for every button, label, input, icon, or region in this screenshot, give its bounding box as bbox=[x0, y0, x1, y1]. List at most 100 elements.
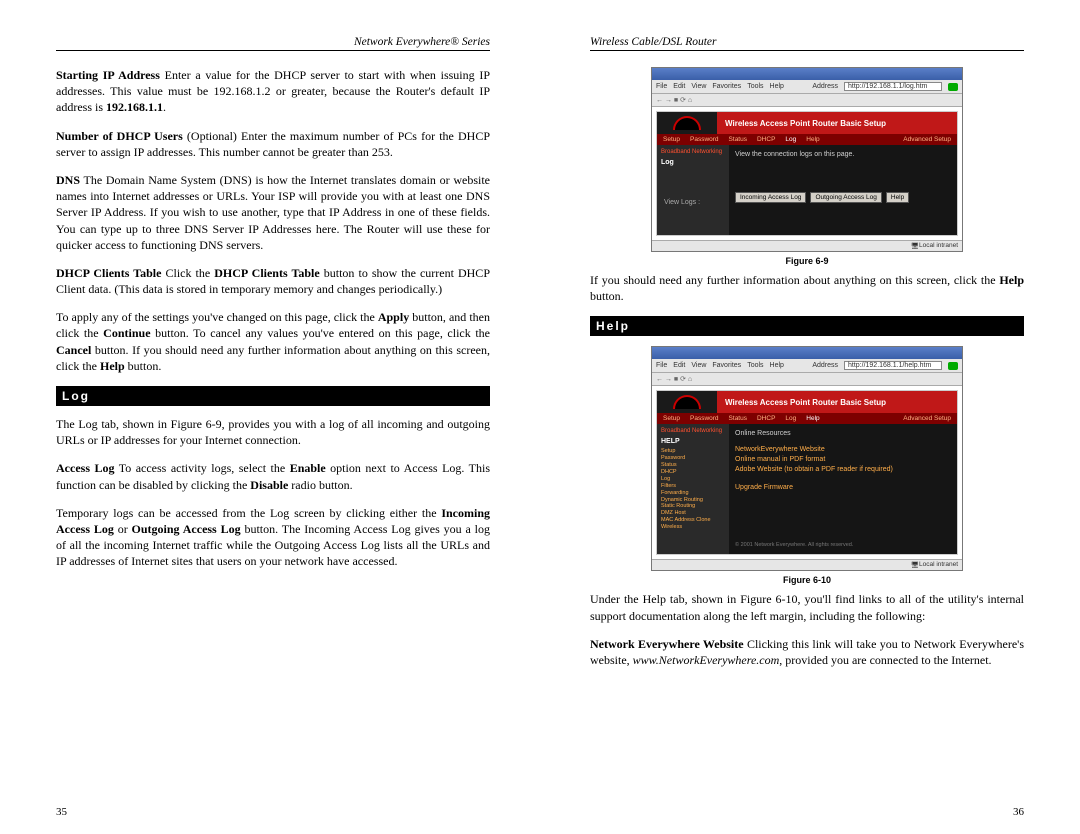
figure-6-10-screenshot: File Edit View Favorites Tools Help Addr… bbox=[651, 346, 963, 571]
router-main: View the connection logs on this page. I… bbox=[729, 145, 957, 235]
browser-toolbar: ← → ■ ⟳ ⌂ bbox=[652, 373, 962, 386]
router-sidebar: Broadband Networking Log View Logs : bbox=[657, 145, 729, 235]
menu-item[interactable]: View bbox=[691, 83, 706, 90]
menu-item[interactable]: File bbox=[656, 362, 667, 369]
section-log: Log bbox=[56, 386, 490, 406]
menu-item[interactable]: Favorites bbox=[712, 83, 741, 90]
side-link[interactable]: DHCP bbox=[661, 469, 725, 476]
menu-item[interactable]: Tools bbox=[747, 362, 763, 369]
disable: Disable bbox=[250, 478, 288, 492]
lead: Access Log bbox=[56, 461, 114, 475]
para-help-hint: If you should need any further informati… bbox=[590, 272, 1024, 304]
para-temp-logs: Temporary logs can be accessed from the … bbox=[56, 505, 490, 570]
page-left: Network Everywhere® Series Starting IP A… bbox=[0, 0, 540, 834]
figure-6-9-screenshot: File Edit View Favorites Tools Help Addr… bbox=[651, 67, 963, 252]
side-link[interactable]: Wireless bbox=[661, 524, 725, 531]
browser-menubar: File Edit View Favorites Tools Help Addr… bbox=[652, 359, 962, 373]
browser-status-bar: 🖥 Local intranet bbox=[652, 240, 962, 251]
address-input[interactable]: http://192.168.1.1/help.htm bbox=[844, 361, 942, 370]
router-body: Broadband Networking Log View Logs : Vie… bbox=[657, 145, 957, 235]
tab-status[interactable]: Status bbox=[729, 415, 747, 422]
side-link[interactable]: Static Routing bbox=[661, 503, 725, 510]
tab-password[interactable]: Password bbox=[690, 136, 719, 143]
tab-help[interactable]: Help bbox=[806, 136, 819, 143]
tab-log[interactable]: Log bbox=[785, 136, 796, 143]
browser-status-bar: 🖥 Local intranet bbox=[652, 559, 962, 570]
cancel: Cancel bbox=[56, 343, 91, 357]
go-button[interactable] bbox=[948, 362, 958, 370]
para-help-intro: Under the Help tab, shown in Figure 6-10… bbox=[590, 591, 1024, 623]
router-ui: Wireless Access Point Router Basic Setup… bbox=[656, 390, 958, 555]
tab-setup[interactable]: Setup bbox=[663, 415, 680, 422]
address-label: Address bbox=[812, 362, 838, 369]
help-button[interactable]: Help bbox=[886, 192, 909, 203]
tab-password[interactable]: Password bbox=[690, 415, 719, 422]
router-body: Broadband Networking HELP Setup Password… bbox=[657, 424, 957, 554]
resource-link[interactable]: Adobe Website (to obtain a PDF reader if… bbox=[735, 465, 951, 475]
resource-link[interactable]: Online manual in PDF format bbox=[735, 455, 951, 465]
window-titlebar bbox=[652, 347, 962, 359]
router-tabs: Setup Password Status DHCP Log Help Adva… bbox=[657, 134, 957, 145]
t1: If you should need any further informati… bbox=[590, 273, 999, 287]
para-dhcp-table: DHCP Clients Table Click the DHCP Client… bbox=[56, 265, 490, 297]
outgoing-access-log-button[interactable]: Outgoing Access Log bbox=[810, 192, 881, 203]
menu-item[interactable]: View bbox=[691, 362, 706, 369]
incoming-access-log-button[interactable]: Incoming Access Log bbox=[735, 192, 806, 203]
tab-dhcp[interactable]: DHCP bbox=[757, 415, 775, 422]
sidebar-item-log[interactable]: Log bbox=[661, 159, 725, 166]
continue: Continue bbox=[103, 326, 150, 340]
para-starting-ip: Starting IP Address Enter a value for th… bbox=[56, 67, 490, 116]
page-right: Wireless Cable/DSL Router File Edit View… bbox=[540, 0, 1080, 834]
t1: To access activity logs, select the bbox=[114, 461, 289, 475]
menu-item[interactable]: Edit bbox=[673, 83, 685, 90]
browser-menubar: File Edit View Favorites Tools Help Addr… bbox=[652, 80, 962, 94]
log-button-row: Incoming Access Log Outgoing Access Log … bbox=[735, 192, 951, 203]
sidebar-category: Broadband Networking bbox=[661, 428, 725, 434]
sidebar-item-help[interactable]: HELP bbox=[661, 438, 725, 445]
tab-status[interactable]: Status bbox=[729, 136, 747, 143]
side-link[interactable]: Setup bbox=[661, 448, 725, 455]
t3: button. To cancel any values you've ente… bbox=[151, 326, 490, 340]
resource-link[interactable]: NetworkEverywhere Website bbox=[735, 445, 951, 455]
url: www.NetworkEverywhere.com bbox=[633, 653, 780, 667]
side-link[interactable]: Password bbox=[661, 455, 725, 462]
side-link[interactable]: Status bbox=[661, 462, 725, 469]
lead: DNS bbox=[56, 173, 80, 187]
tab-advanced[interactable]: Advanced Setup bbox=[903, 415, 951, 422]
tab-log[interactable]: Log bbox=[785, 415, 796, 422]
t2: , provided you are connected to the Inte… bbox=[779, 653, 991, 667]
address-input[interactable]: http://192.168.1.1/log.htm bbox=[844, 82, 942, 91]
help: Help bbox=[100, 359, 125, 373]
side-link[interactable]: Filters bbox=[661, 483, 725, 490]
resource-link[interactable]: Upgrade Firmware bbox=[735, 483, 951, 493]
side-link[interactable]: Dynamic Routing bbox=[661, 497, 725, 504]
network-logo-icon bbox=[657, 391, 717, 413]
router-sidebar: Broadband Networking HELP Setup Password… bbox=[657, 424, 729, 554]
browser-toolbar: ← → ■ ⟳ ⌂ bbox=[652, 94, 962, 107]
side-link[interactable]: Log bbox=[661, 476, 725, 483]
sidebar-category: Broadband Networking bbox=[661, 149, 725, 155]
menu-item[interactable]: Help bbox=[770, 362, 784, 369]
running-head-left: Network Everywhere® Series bbox=[56, 36, 490, 51]
side-link[interactable]: DMZ Host bbox=[661, 510, 725, 517]
side-link[interactable]: Forwarding bbox=[661, 490, 725, 497]
running-head-right: Wireless Cable/DSL Router bbox=[590, 36, 1024, 51]
router-main: Online Resources NetworkEverywhere Websi… bbox=[729, 424, 957, 554]
t1: Temporary logs can be accessed from the … bbox=[56, 506, 441, 520]
log-description: View the connection logs on this page. bbox=[735, 151, 951, 158]
side-link[interactable]: MAC Address Clone bbox=[661, 517, 725, 524]
page-number-right: 36 bbox=[1013, 806, 1024, 818]
menu-item[interactable]: Edit bbox=[673, 362, 685, 369]
menu-item[interactable]: Favorites bbox=[712, 362, 741, 369]
router-title: Wireless Access Point Router Basic Setup bbox=[717, 112, 957, 134]
lead: Network Everywhere Website bbox=[590, 637, 744, 651]
tab-help[interactable]: Help bbox=[806, 415, 819, 422]
tab-dhcp[interactable]: DHCP bbox=[757, 136, 775, 143]
menu-item[interactable]: Help bbox=[770, 83, 784, 90]
tab-advanced[interactable]: Advanced Setup bbox=[903, 136, 951, 143]
menu-item[interactable]: Tools bbox=[747, 83, 763, 90]
go-button[interactable] bbox=[948, 83, 958, 91]
tab-setup[interactable]: Setup bbox=[663, 136, 680, 143]
menu-item[interactable]: File bbox=[656, 83, 667, 90]
t2: button. bbox=[590, 289, 624, 303]
